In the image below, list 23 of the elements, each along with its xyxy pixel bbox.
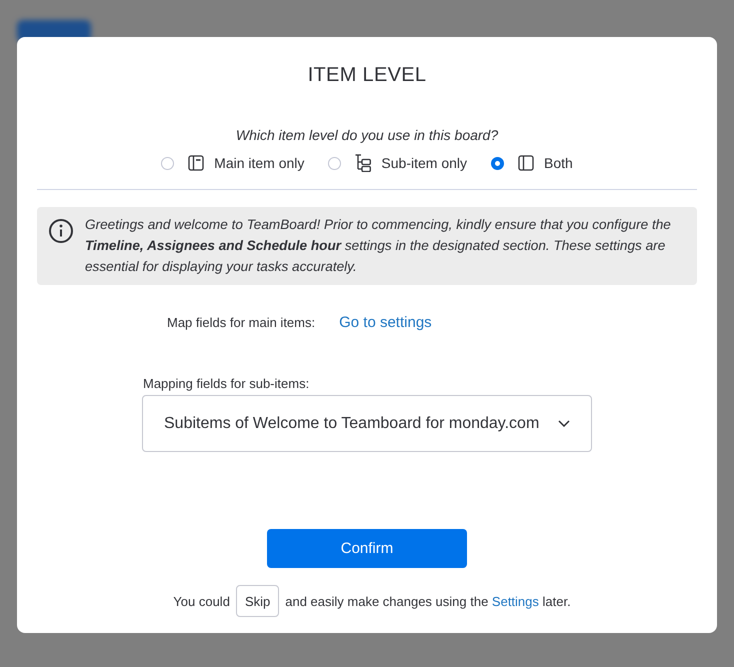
tree-icon bbox=[355, 154, 372, 172]
chevron-down-icon bbox=[558, 420, 570, 427]
radio-label[interactable]: Sub-item only bbox=[381, 155, 468, 171]
question-text: Which item level do you use in this board? bbox=[236, 126, 498, 145]
radio-button[interactable] bbox=[328, 156, 342, 170]
dropdown-field[interactable]: Subitems of Welcome to Teamboard for monday.com bbox=[142, 395, 592, 452]
skip-button[interactable]: Skip bbox=[236, 585, 280, 617]
confirm-button[interactable]: Confirm bbox=[267, 529, 467, 568]
radio-button[interactable] bbox=[161, 156, 174, 170]
footer-text: and easily make changes using the Settings later. bbox=[285, 594, 571, 608]
field-label: Mapping fields for sub-items: bbox=[143, 376, 310, 392]
radio-label[interactable]: Both bbox=[544, 155, 573, 171]
settings-link[interactable]: Settings bbox=[492, 594, 539, 608]
field-label: Map fields for main items: bbox=[167, 314, 316, 330]
settings-link[interactable]: Go to settings bbox=[339, 314, 432, 330]
radio-label[interactable]: Main item only bbox=[214, 155, 304, 171]
panel-icon bbox=[188, 155, 204, 171]
dialog-title: ITEM LEVEL bbox=[308, 63, 426, 88]
notice-text: Greetings and welcome to TeamBoard! Prior to commencing, kindly ensure that you configure the Timeline, Assignees and Schedule hour settings in the designated section. These settings are essential for displaying your tasks accurately. bbox=[85, 216, 672, 276]
info-icon bbox=[49, 219, 73, 243]
sidebar-layout-icon bbox=[518, 155, 534, 171]
radio-button[interactable] bbox=[491, 156, 504, 170]
footer-text: You could bbox=[173, 594, 230, 608]
